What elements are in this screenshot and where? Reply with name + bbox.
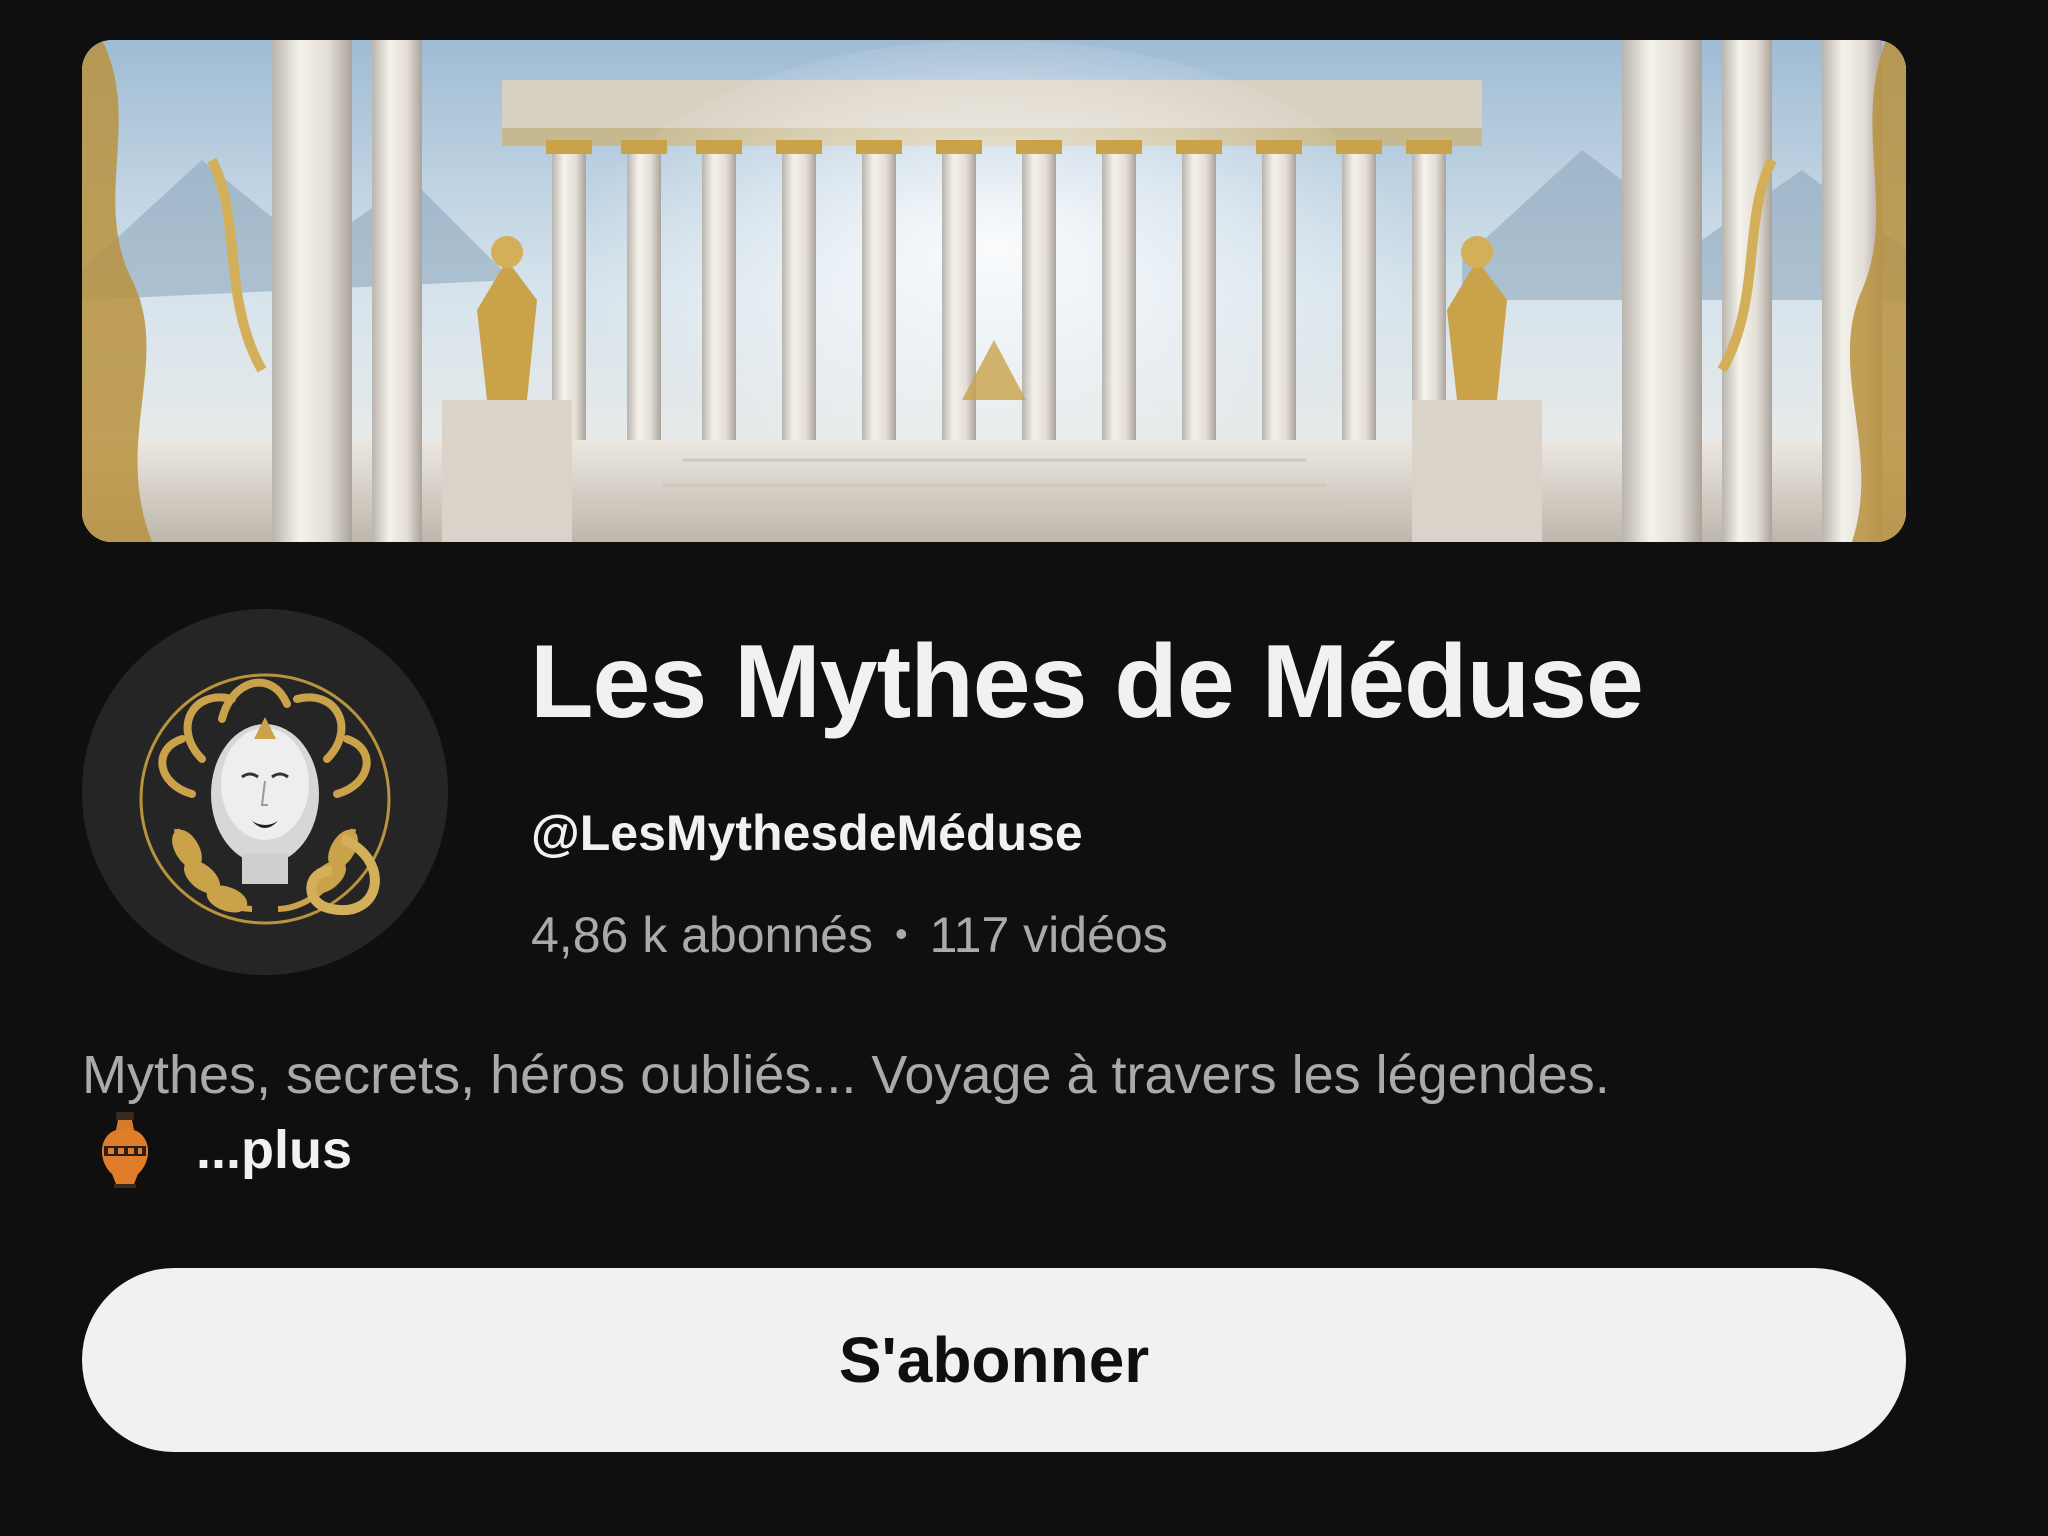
medusa-gold-emblem-image — [82, 609, 448, 975]
amphora-icon — [101, 1112, 149, 1188]
channel-avatar[interactable] — [82, 609, 448, 975]
show-more-link[interactable]: ...plus — [196, 1119, 352, 1181]
channel-description[interactable]: Mythes, secrets, héros oubliés... Voyage… — [82, 1048, 1922, 1102]
description-more-row: ...plus — [92, 1110, 352, 1190]
subscriber-count: 4,86 k abonnés — [531, 907, 873, 963]
subscribe-button[interactable]: S'abonner — [82, 1268, 1906, 1452]
channel-handle: @LesMythesdeMéduse — [531, 805, 1083, 861]
video-count: 117 vidéos — [929, 907, 1168, 963]
stats-separator: • — [894, 913, 908, 954]
channel-banner — [82, 40, 1906, 542]
channel-name: Les Mythes de Méduse — [530, 624, 1644, 740]
greek-temple-banner-image — [82, 40, 1906, 542]
channel-stats: 4,86 k abonnés • 117 vidéos — [531, 910, 1168, 960]
